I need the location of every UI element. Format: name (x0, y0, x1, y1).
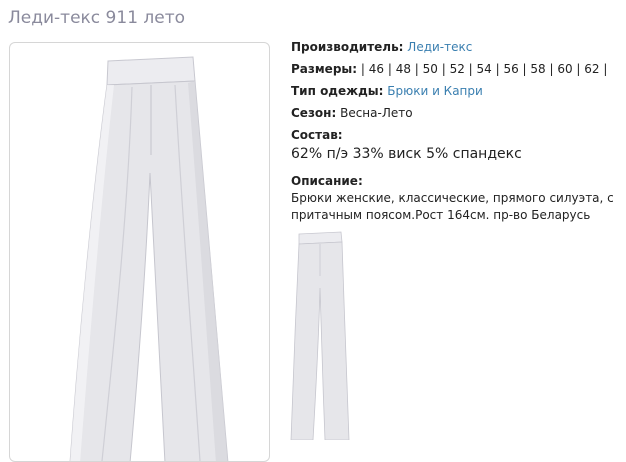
clothing-type-row: Тип одежды: Брюки и Капри (291, 83, 621, 99)
clothing-type-link[interactable]: Брюки и Капри (387, 84, 483, 98)
sizes-label: Размеры: (291, 62, 358, 76)
pants-thumbnail-image (290, 231, 350, 440)
manufacturer-row: Производитель: Леди-текс (291, 39, 621, 55)
season-label: Сезон: (291, 106, 337, 120)
composition-label: Состав: (291, 128, 343, 142)
composition-label-row: Состав: (291, 127, 621, 143)
season-row: Сезон: Весна-Лето (291, 105, 621, 121)
manufacturer-label: Производитель: (291, 40, 404, 54)
product-details: Производитель: Леди-текс Размеры: | 46 |… (291, 39, 621, 224)
description-label-row: Описание: (291, 173, 621, 189)
description-label: Описание: (291, 174, 363, 188)
clothing-type-label: Тип одежды: (291, 84, 384, 98)
product-thumbnail[interactable] (289, 228, 351, 440)
product-title: Леди-текс 911 лето (8, 8, 186, 28)
pants-main-image (69, 56, 229, 461)
composition-value: 62% п/э 33% виск 5% спандекс (291, 146, 522, 162)
manufacturer-link[interactable]: Леди-текс (407, 40, 472, 54)
description-value: Брюки женские, классические, прямого сил… (291, 191, 614, 222)
product-photo[interactable] (9, 42, 270, 462)
sizes-row: Размеры: | 46 | 48 | 50 | 52 | 54 | 56 |… (291, 61, 621, 77)
sizes-value: | 46 | 48 | 50 | 52 | 54 | 56 | 58 | 60 … (360, 62, 608, 76)
season-value: Весна-Лето (340, 106, 413, 120)
